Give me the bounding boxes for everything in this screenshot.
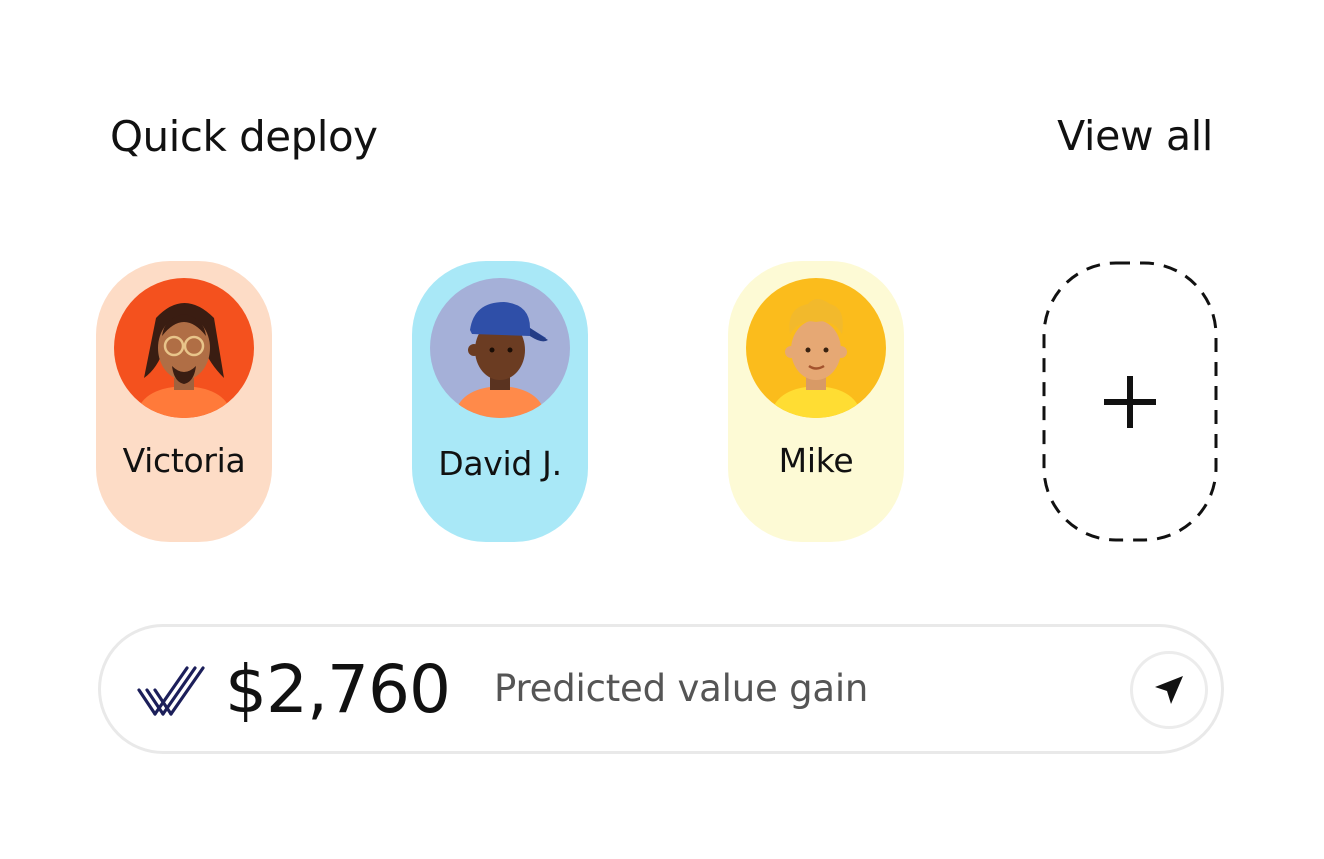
view-all-link[interactable]: View all	[1057, 112, 1213, 160]
send-arrow-icon	[1155, 676, 1183, 704]
page-title: Quick deploy	[110, 112, 378, 161]
contact-card-victoria[interactable]: Victoria	[96, 261, 272, 542]
contact-name: Victoria	[122, 441, 246, 480]
contact-name: Mike	[778, 441, 854, 480]
contact-card-david[interactable]: David J.	[412, 261, 588, 542]
send-button[interactable]	[1130, 651, 1208, 729]
plus-icon	[1104, 376, 1156, 428]
predicted-value-bar: $2,760 Predicted value gain	[98, 624, 1224, 754]
avatar	[430, 278, 570, 418]
add-contact-button[interactable]	[1042, 261, 1218, 542]
avatar	[746, 278, 886, 418]
predicted-value-caption: Predicted value gain	[494, 667, 869, 710]
contact-card-mike[interactable]: Mike	[728, 261, 904, 542]
avatar	[114, 278, 254, 418]
predicted-amount: $2,760	[225, 651, 451, 728]
contact-name: David J.	[438, 444, 562, 483]
check-stripes-logo-icon	[137, 666, 205, 716]
